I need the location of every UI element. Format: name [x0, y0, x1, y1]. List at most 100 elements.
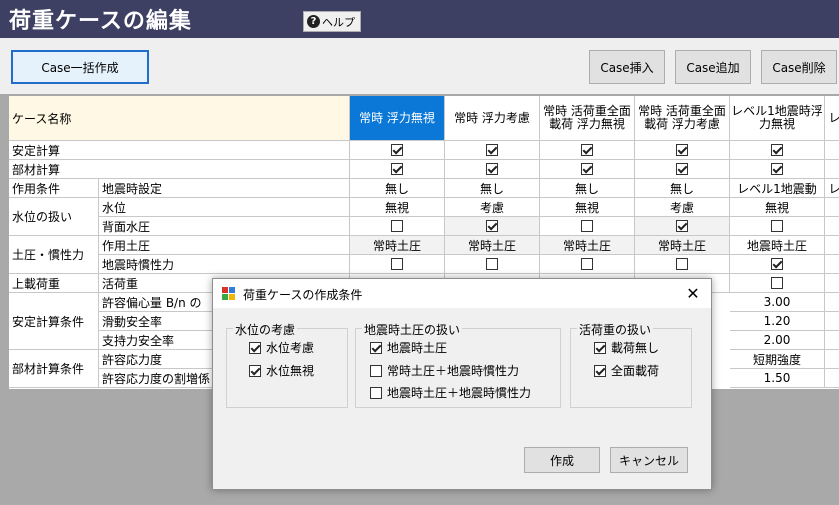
option-eq-soil[interactable]: 地震時土圧: [370, 339, 447, 356]
checkbox[interactable]: [594, 364, 606, 377]
grid-cell[interactable]: [730, 274, 825, 293]
grid-cell[interactable]: 無し: [445, 179, 540, 198]
option-eq-soil-inertia[interactable]: 地震時土圧＋地震時慣性力: [370, 384, 531, 401]
grid-cell[interactable]: 2.00: [730, 331, 825, 350]
column-header[interactable]: レベル1地震時浮力無視: [730, 96, 825, 141]
grid-cell[interactable]: [825, 236, 839, 255]
checkbox[interactable]: [594, 341, 606, 354]
checkbox[interactable]: [370, 386, 382, 399]
checkbox[interactable]: [581, 220, 593, 232]
grid-cell[interactable]: 1.20: [730, 312, 825, 331]
grid-cell[interactable]: 常時土圧: [445, 236, 540, 255]
grid-cell[interactable]: 無し: [350, 179, 445, 198]
checkbox[interactable]: [771, 163, 783, 175]
grid-cell[interactable]: [825, 350, 839, 369]
grid-cell[interactable]: 考慮: [635, 198, 730, 217]
grid-cell[interactable]: [350, 160, 445, 179]
grid-cell[interactable]: 無し: [540, 179, 635, 198]
checkbox[interactable]: [771, 258, 783, 270]
create-button[interactable]: 作成: [524, 447, 600, 473]
grid-cell[interactable]: [825, 312, 839, 331]
grid-cell[interactable]: [540, 141, 635, 160]
grid-cell[interactable]: [350, 217, 445, 236]
checkbox[interactable]: [676, 163, 688, 175]
checkbox[interactable]: [771, 144, 783, 156]
grid-cell[interactable]: [825, 369, 839, 388]
checkbox[interactable]: [581, 258, 593, 270]
grid-cell[interactable]: 無視: [540, 198, 635, 217]
grid-cell[interactable]: 常時土圧: [635, 236, 730, 255]
grid-cell[interactable]: [350, 255, 445, 274]
grid-cell[interactable]: [825, 160, 839, 179]
grid-cell[interactable]: [825, 274, 839, 293]
grid-cell[interactable]: [540, 255, 635, 274]
option-normal-soil-inertia[interactable]: 常時土圧＋地震時慣性力: [370, 362, 519, 379]
checkbox[interactable]: [391, 258, 403, 270]
cancel-button[interactable]: キャンセル: [610, 447, 688, 473]
checkbox[interactable]: [581, 163, 593, 175]
checkbox[interactable]: [249, 364, 261, 377]
bulk-create-button[interactable]: Case一括作成: [11, 50, 149, 84]
grid-cell[interactable]: [350, 141, 445, 160]
checkbox[interactable]: [370, 341, 382, 354]
checkbox[interactable]: [391, 144, 403, 156]
checkbox[interactable]: [486, 163, 498, 175]
insert-case-button[interactable]: Case挿入: [589, 50, 665, 84]
column-header[interactable]: 常時 活荷重全面載荷 浮力考慮: [635, 96, 730, 141]
option-full-load[interactable]: 全面載荷: [594, 362, 659, 379]
grid-cell[interactable]: [635, 141, 730, 160]
grid-cell[interactable]: [635, 217, 730, 236]
grid-cell[interactable]: [825, 141, 839, 160]
grid-cell[interactable]: 常時土圧: [350, 236, 445, 255]
grid-cell[interactable]: 無し: [635, 179, 730, 198]
column-header[interactable]: 常時 浮力考慮: [445, 96, 540, 141]
checkbox[interactable]: [771, 277, 783, 289]
grid-cell[interactable]: [825, 293, 839, 312]
grid-cell[interactable]: [445, 217, 540, 236]
delete-case-button[interactable]: Case削除: [761, 50, 837, 84]
checkbox[interactable]: [249, 341, 261, 354]
grid-cell[interactable]: [825, 331, 839, 350]
checkbox[interactable]: [676, 258, 688, 270]
grid-cell[interactable]: [730, 217, 825, 236]
grid-cell[interactable]: レベル1地震動: [730, 179, 825, 198]
add-case-button[interactable]: Case追加: [675, 50, 751, 84]
grid-cell[interactable]: 無視: [730, 198, 825, 217]
column-header[interactable]: レ: [825, 96, 839, 141]
close-icon[interactable]: ✕: [683, 283, 703, 303]
checkbox[interactable]: [370, 364, 382, 377]
grid-cell[interactable]: 3.00: [730, 293, 825, 312]
grid-cell[interactable]: [445, 160, 540, 179]
grid-cell[interactable]: [730, 141, 825, 160]
option-water-ignore[interactable]: 水位無視: [249, 362, 314, 379]
option-no-load[interactable]: 載荷無し: [594, 339, 659, 356]
checkbox[interactable]: [771, 220, 783, 232]
grid-cell[interactable]: [635, 160, 730, 179]
checkbox[interactable]: [676, 144, 688, 156]
grid-cell[interactable]: [635, 255, 730, 274]
grid-cell[interactable]: レ: [825, 179, 839, 198]
checkbox[interactable]: [486, 220, 498, 232]
checkbox[interactable]: [676, 220, 688, 232]
grid-cell[interactable]: [445, 255, 540, 274]
grid-cell[interactable]: 常時土圧: [540, 236, 635, 255]
column-header[interactable]: 常時 浮力無視: [350, 96, 445, 141]
checkbox[interactable]: [391, 220, 403, 232]
help-button[interactable]: ? ヘルプ: [303, 11, 361, 32]
checkbox[interactable]: [486, 144, 498, 156]
grid-cell[interactable]: [730, 255, 825, 274]
grid-cell[interactable]: 考慮: [445, 198, 540, 217]
grid-cell[interactable]: [445, 141, 540, 160]
checkbox[interactable]: [486, 258, 498, 270]
grid-cell[interactable]: [825, 198, 839, 217]
grid-cell[interactable]: 短期強度: [730, 350, 825, 369]
grid-cell[interactable]: 1.50: [730, 369, 825, 388]
grid-cell[interactable]: [540, 160, 635, 179]
grid-cell[interactable]: 無視: [350, 198, 445, 217]
column-header[interactable]: 常時 活荷重全面載荷 浮力無視: [540, 96, 635, 141]
checkbox[interactable]: [391, 163, 403, 175]
grid-cell[interactable]: [825, 217, 839, 236]
checkbox[interactable]: [581, 144, 593, 156]
grid-cell[interactable]: [730, 160, 825, 179]
grid-cell[interactable]: [540, 217, 635, 236]
